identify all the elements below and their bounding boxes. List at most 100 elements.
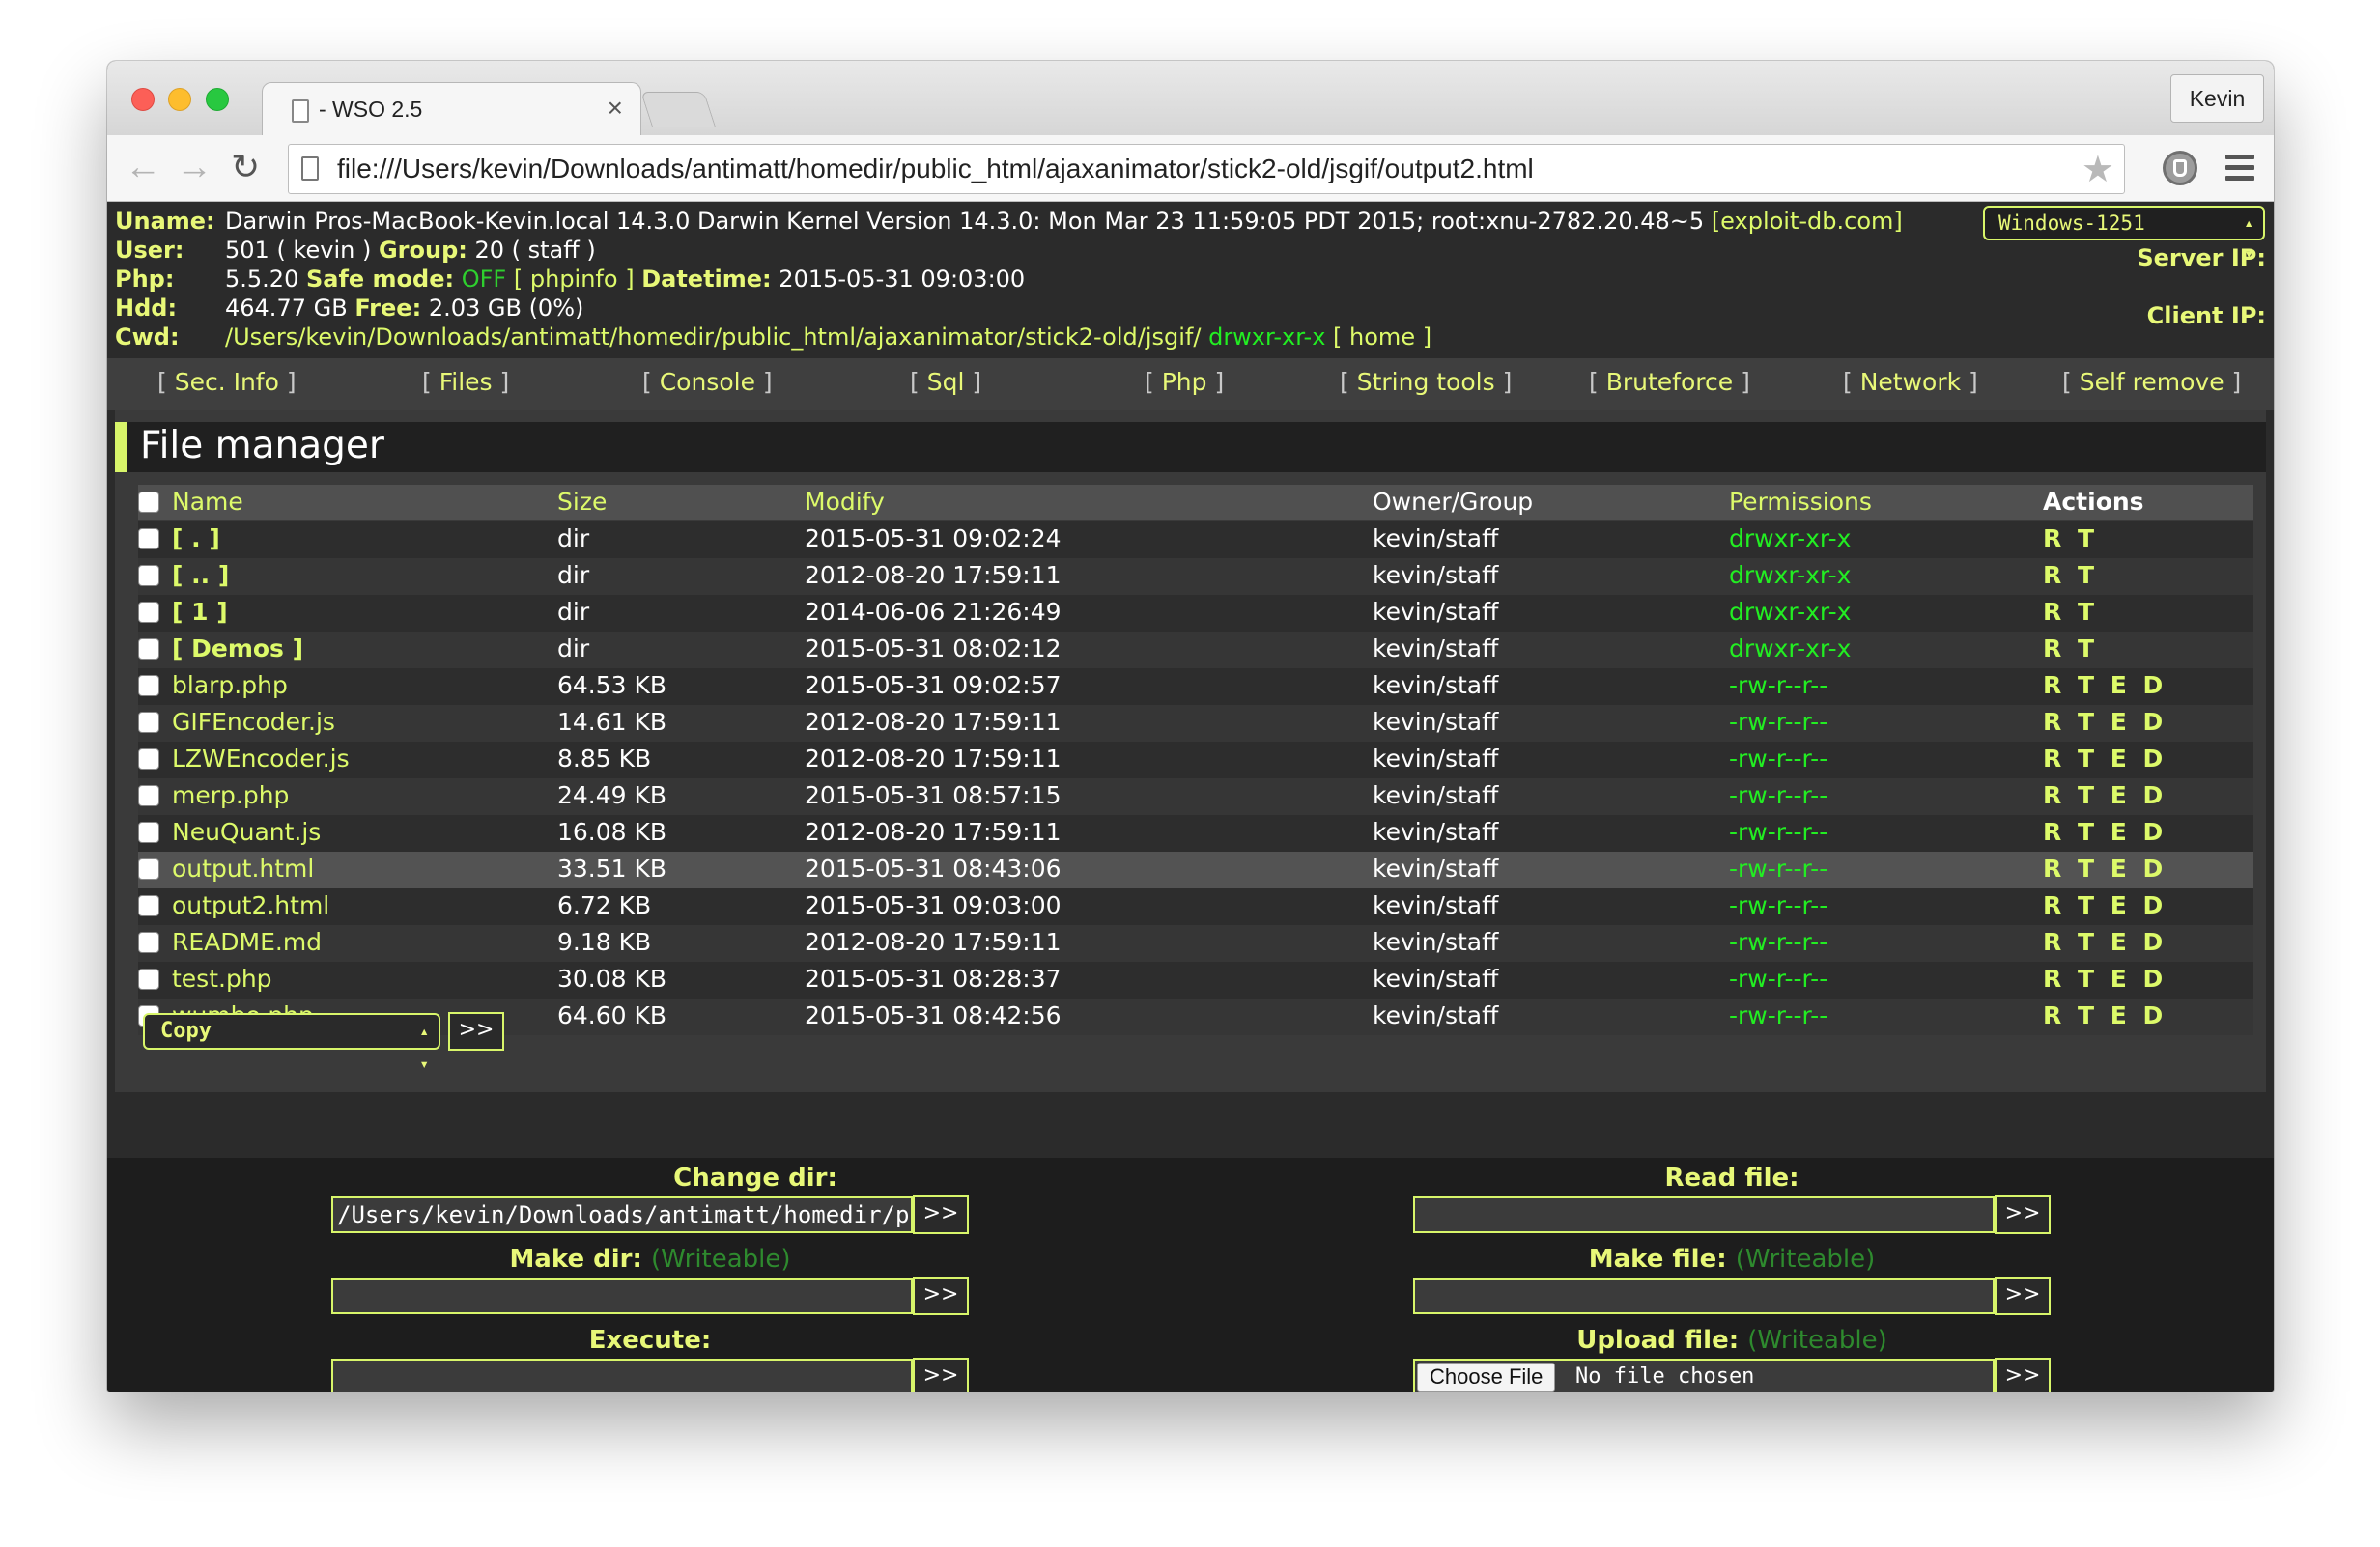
read-file-input[interactable] (1413, 1196, 1995, 1233)
bookmark-star-icon[interactable]: ★ (2082, 148, 2114, 191)
menu-console[interactable]: [ Console ] (642, 368, 773, 396)
file-permissions-link[interactable]: -rw-r--r-- (1729, 818, 1828, 846)
row-checkbox[interactable] (138, 675, 159, 696)
directory-link[interactable]: [ 1 ] (172, 598, 228, 626)
row-checkbox[interactable] (138, 785, 159, 806)
table-row[interactable]: [ .. ] dir 2012-08-20 17:59:11 kevin/staff d… (138, 558, 2253, 595)
row-checkbox[interactable] (138, 895, 159, 916)
menu-php[interactable]: [ Php ] (1145, 368, 1224, 396)
row-checkbox[interactable] (138, 822, 159, 843)
menu-self-remove[interactable]: [ Self remove ] (2062, 368, 2241, 396)
file-link[interactable]: test.php (172, 965, 272, 993)
column-permissions-header[interactable]: Permissions (1729, 488, 1872, 516)
table-row[interactable]: [ Demos ] dir 2015-05-31 08:02:12 kevin/sta… (138, 632, 2253, 668)
row-checkbox[interactable] (138, 638, 159, 660)
file-actions[interactable]: R T E D (2043, 965, 2167, 993)
file-permissions-link[interactable]: drwxr-xr-x (1729, 634, 1851, 662)
cwd-path-link[interactable]: /Users/kevin/Downloads/antimatt/homedir/… (225, 323, 1201, 351)
file-permissions-link[interactable]: drwxr-xr-x (1729, 524, 1851, 552)
column-size-header[interactable]: Size (557, 488, 607, 516)
hamburger-menu-icon[interactable] (2225, 155, 2254, 186)
table-row[interactable]: output2.html 6.72 KB 2015-05-31 09:03:00 ke… (138, 888, 2253, 925)
choose-file-button[interactable]: Choose File (1417, 1363, 1556, 1392)
file-link[interactable]: GIFEncoder.js (172, 708, 335, 736)
file-link[interactable]: blarp.php (172, 671, 288, 699)
row-checkbox[interactable] (138, 858, 159, 880)
file-permissions-link[interactable]: -rw-r--r-- (1729, 965, 1828, 993)
table-row[interactable]: output.html 33.51 KB 2015-05-31 08:43:06 ke… (138, 852, 2253, 888)
menu-sql[interactable]: [ Sql ] (910, 368, 981, 396)
tab-close-icon[interactable]: × (608, 93, 623, 124)
table-row[interactable]: [ 1 ] dir 2014-06-06 21:26:49 kevin/staff dr… (138, 595, 2253, 632)
menu-network[interactable]: [ Network ] (1843, 368, 1978, 396)
forward-arrow-icon[interactable]: → (176, 145, 212, 189)
file-actions[interactable]: R T (2043, 634, 2098, 662)
file-actions[interactable]: R T (2043, 598, 2098, 626)
row-checkbox[interactable] (138, 602, 159, 623)
table-row[interactable]: merp.php 24.49 KB 2015-05-31 08:57:15 kevin… (138, 778, 2253, 815)
file-link[interactable]: README.md (172, 928, 322, 956)
file-actions[interactable]: R T (2043, 561, 2098, 589)
file-actions[interactable]: R T E D (2043, 891, 2167, 919)
table-row[interactable]: README.md 9.18 KB 2012-08-20 17:59:11 kevin… (138, 925, 2253, 962)
file-permissions-link[interactable]: drwxr-xr-x (1729, 598, 1851, 626)
charset-select[interactable]: Windows-1251 ▴ ▾ (1983, 206, 2265, 263)
address-url[interactable]: file:///Users/kevin/Downloads/antimatt/h… (337, 154, 1534, 184)
table-row[interactable]: NeuQuant.js 16.08 KB 2012-08-20 17:59:11 ke… (138, 815, 2253, 852)
file-actions[interactable]: R T E D (2043, 855, 2167, 883)
table-row[interactable]: [ . ] dir 2015-05-31 09:02:24 kevin/staff dr… (138, 521, 2253, 558)
file-permissions-link[interactable]: -rw-r--r-- (1729, 671, 1828, 699)
file-permissions-link[interactable]: drwxr-xr-x (1729, 561, 1851, 589)
row-checkbox[interactable] (138, 748, 159, 770)
make-dir-go-button[interactable]: >> (913, 1277, 969, 1315)
exploit-db-link[interactable]: [exploit-db.com] (1712, 208, 1903, 235)
phpinfo-link[interactable]: [ phpinfo ] (514, 266, 635, 293)
file-permissions-link[interactable]: -rw-r--r-- (1729, 745, 1828, 773)
column-name-header[interactable]: Name (172, 488, 243, 516)
execute-input[interactable] (331, 1359, 913, 1392)
zoom-window-button[interactable] (206, 88, 229, 111)
profile-button[interactable]: Kevin (2170, 74, 2264, 123)
menu-bruteforce[interactable]: [ Bruteforce ] (1589, 368, 1750, 396)
menu-sec-info[interactable]: [ Sec. Info ] (157, 368, 297, 396)
close-window-button[interactable] (131, 88, 155, 111)
file-permissions-link[interactable]: -rw-r--r-- (1729, 928, 1828, 956)
row-checkbox[interactable] (138, 528, 159, 549)
row-checkbox[interactable] (138, 712, 159, 733)
row-checkbox[interactable] (138, 565, 159, 586)
file-permissions-link[interactable]: -rw-r--r-- (1729, 891, 1828, 919)
directory-link[interactable]: [ Demos ] (172, 634, 303, 662)
file-actions[interactable]: R T E D (2043, 671, 2167, 699)
menu-files[interactable]: [ Files ] (422, 368, 509, 396)
row-checkbox[interactable] (138, 969, 159, 990)
read-file-go-button[interactable]: >> (1995, 1195, 2051, 1234)
make-file-go-button[interactable]: >> (1995, 1277, 2051, 1315)
menu-string-tools[interactable]: [ String tools ] (1340, 368, 1512, 396)
table-row[interactable]: LZWEncoder.js 8.85 KB 2012-08-20 17:59:11 k… (138, 742, 2253, 778)
table-row[interactable]: blarp.php 64.53 KB 2015-05-31 09:02:57 kevi… (138, 668, 2253, 705)
bulk-go-button[interactable]: >> (448, 1012, 504, 1051)
file-actions[interactable]: R T E D (2043, 928, 2167, 956)
row-checkbox[interactable] (138, 932, 159, 953)
new-tab-button[interactable] (640, 92, 716, 127)
execute-go-button[interactable]: >> (913, 1358, 969, 1392)
directory-link[interactable]: [ . ] (172, 524, 220, 552)
file-permissions-link[interactable]: -rw-r--r-- (1729, 781, 1828, 809)
reload-icon[interactable]: ↻ (231, 145, 260, 189)
file-permissions-link[interactable]: -rw-r--r-- (1729, 1001, 1828, 1029)
upload-file-go-button[interactable]: >> (1995, 1358, 2051, 1392)
address-bar[interactable]: file:///Users/kevin/Downloads/antimatt/h… (288, 144, 2125, 194)
file-link[interactable]: NeuQuant.js (172, 818, 321, 846)
column-modify-header[interactable]: Modify (805, 488, 885, 516)
back-arrow-icon[interactable]: ← (125, 145, 161, 189)
make-dir-input[interactable] (331, 1278, 913, 1314)
browser-tab[interactable]: - WSO 2.5 × (262, 82, 641, 136)
file-actions[interactable]: R T E D (2043, 745, 2167, 773)
table-row[interactable]: test.php 30.08 KB 2015-05-31 08:28:37 kevin… (138, 962, 2253, 999)
change-dir-go-button[interactable]: >> (913, 1195, 969, 1234)
file-permissions-link[interactable]: -rw-r--r-- (1729, 855, 1828, 883)
bulk-action-select[interactable]: Copy ▴ ▾ (143, 1013, 440, 1073)
directory-link[interactable]: [ .. ] (172, 561, 229, 589)
make-file-input[interactable] (1413, 1278, 1995, 1314)
file-link[interactable]: output2.html (172, 891, 329, 919)
